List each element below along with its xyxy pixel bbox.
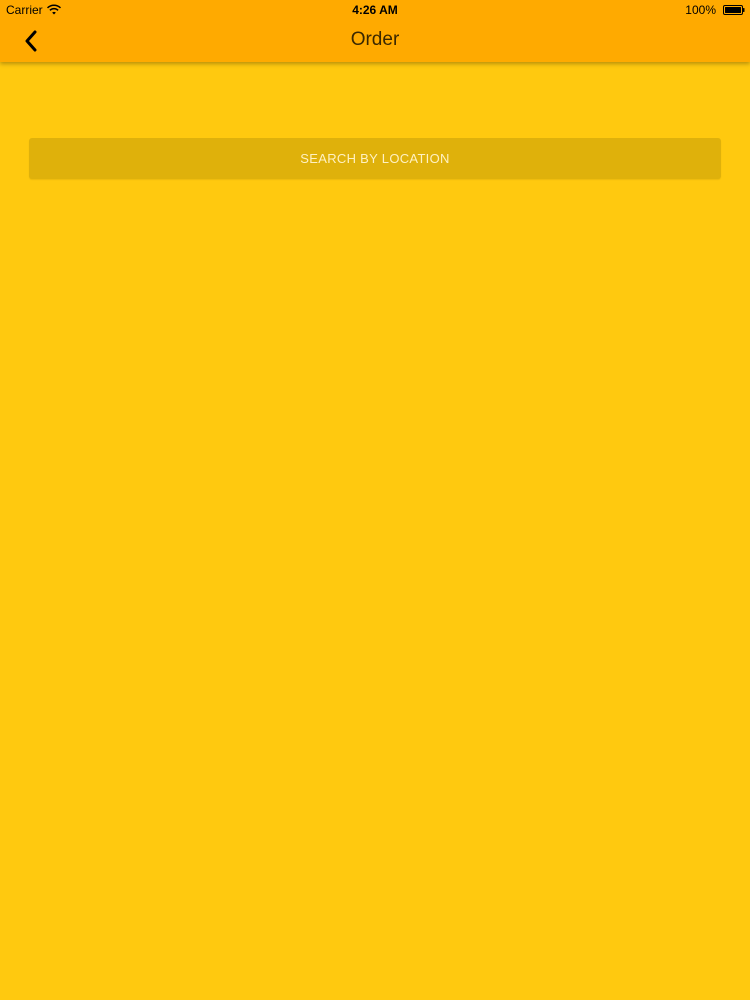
battery-icon — [723, 5, 745, 15]
battery-percentage: 100% — [685, 3, 716, 17]
page-title: Order — [350, 29, 400, 50]
status-bar: Carrier 4:26 AM 100% — [0, 0, 750, 20]
main-content: SEARCH BY LOCATION — [0, 62, 750, 1000]
status-time: 4:26 AM — [352, 3, 398, 17]
navigation-bar: Order — [0, 20, 750, 62]
search-by-location-button[interactable]: SEARCH BY LOCATION — [29, 138, 721, 179]
top-bar: Carrier 4:26 AM 100% Order — [0, 0, 750, 62]
